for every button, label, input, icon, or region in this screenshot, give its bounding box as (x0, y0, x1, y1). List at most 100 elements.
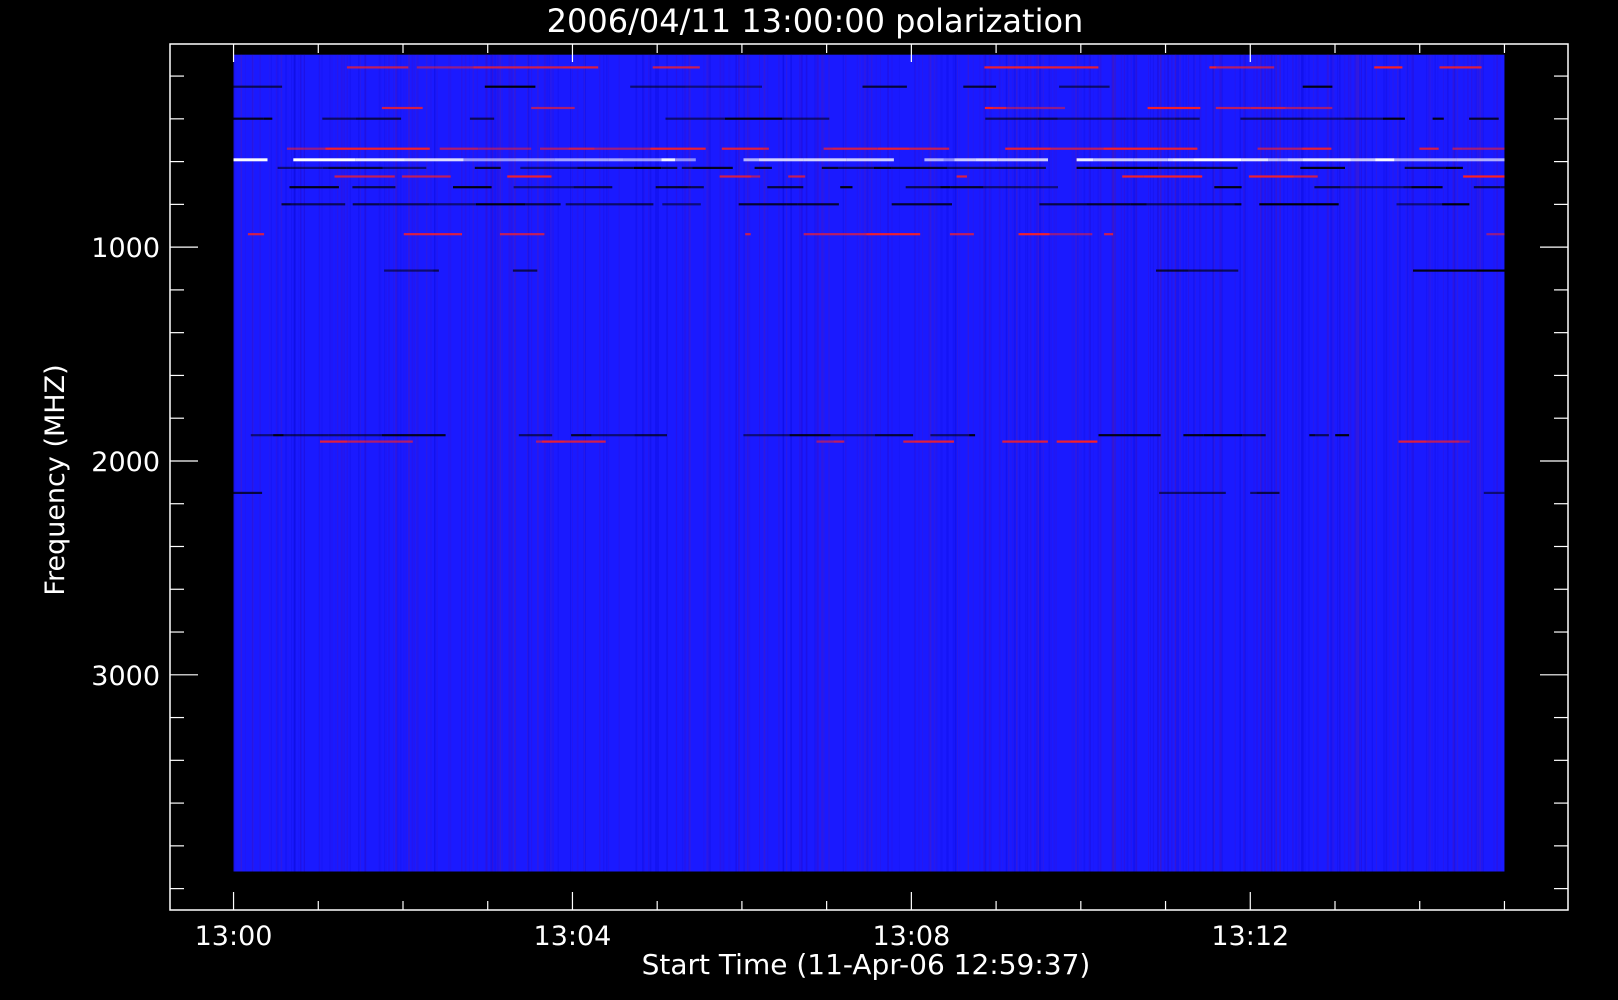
noise-streak (1383, 54, 1385, 872)
noise-streak (552, 54, 554, 872)
band-segment (1173, 158, 1194, 162)
band-segment (983, 186, 1022, 189)
y-axis-label: Frequency (MHZ) (40, 364, 71, 595)
band-segment (476, 203, 526, 206)
band-segment (687, 186, 692, 189)
noise-streak (1071, 54, 1073, 872)
noise-streak (1343, 54, 1346, 872)
noise-streak (955, 54, 957, 872)
band-segment (247, 233, 265, 236)
noise-streak (464, 54, 467, 872)
band-segment (1315, 434, 1329, 437)
band-segment (1456, 158, 1505, 162)
band-segment (1463, 175, 1505, 178)
noise-streak (275, 54, 278, 872)
noise-streak (1326, 54, 1329, 872)
band-segment (325, 147, 368, 150)
band-segment (1059, 85, 1110, 88)
y-tick-label: 1000 (91, 233, 160, 264)
noise-streak (1008, 54, 1010, 872)
noise-streak (1005, 54, 1008, 872)
band-segment (1335, 434, 1350, 437)
band-segment (838, 166, 874, 169)
noise-streak (603, 54, 605, 872)
x-axis-label: Start Time (11-Apr-06 12:59:37) (642, 948, 1091, 981)
band-segment (233, 117, 264, 120)
band-segment (1167, 158, 1173, 162)
noise-streak (330, 54, 332, 872)
noise-streak (681, 54, 684, 872)
band-segment (821, 166, 839, 169)
noise-streak (606, 54, 608, 872)
noise-streak (1239, 54, 1241, 872)
noise-streak (1113, 54, 1114, 872)
noise-streak (1025, 54, 1026, 872)
noise-streak (1026, 54, 1029, 872)
band-segment (379, 203, 429, 206)
band-segment (540, 147, 569, 150)
noise-streak (1243, 54, 1245, 872)
band-segment (984, 66, 1040, 69)
noise-streak (898, 54, 900, 872)
noise-streak (557, 54, 559, 872)
noise-streak (1041, 54, 1043, 872)
band-segment (1203, 434, 1243, 437)
band-segment (1268, 158, 1279, 162)
band-segment (949, 233, 974, 236)
band-segment (1311, 117, 1345, 120)
noise-streak (984, 54, 987, 872)
noise-streak (599, 54, 601, 872)
noise-streak (1388, 54, 1390, 872)
band-segment (940, 186, 951, 189)
band-segment (985, 117, 1038, 120)
band-segment (281, 203, 291, 206)
noise-streak (967, 54, 969, 872)
band-segment (328, 166, 347, 169)
band-segment (283, 434, 329, 437)
band-segment (463, 158, 516, 162)
band-segment (1242, 434, 1261, 437)
noise-streak (300, 54, 302, 872)
band-segment (320, 440, 348, 443)
band-segment (439, 147, 479, 150)
band-segment (1070, 440, 1098, 443)
noise-streak (1427, 54, 1430, 872)
noise-streak (1405, 54, 1407, 872)
noise-streak (703, 54, 705, 872)
band-segment (1050, 147, 1104, 150)
noise-streak (1453, 54, 1455, 872)
band-segment (984, 106, 994, 110)
y-tick-label: 2000 (91, 447, 160, 478)
noise-streak (1016, 54, 1018, 872)
noise-streak (998, 54, 1001, 872)
noise-streak (1456, 54, 1459, 872)
band-segment (1486, 233, 1505, 236)
band-segment (404, 158, 464, 162)
band-segment (1206, 166, 1238, 169)
noise-streak (304, 54, 305, 872)
band-segment (1259, 203, 1315, 206)
noise-streak (1431, 54, 1433, 872)
band-segment (381, 106, 423, 110)
band-segment (1158, 147, 1198, 150)
band-segment (1093, 158, 1134, 162)
band-segment (233, 491, 263, 494)
noise-streak (269, 54, 271, 872)
noise-streak (947, 54, 949, 872)
band-segment (661, 166, 678, 169)
noise-streak (1080, 54, 1082, 872)
band-segment (1183, 434, 1204, 437)
noise-streak (859, 54, 861, 872)
band-segment (862, 85, 907, 88)
noise-streak (1347, 54, 1349, 872)
noise-streak (1434, 54, 1436, 872)
noise-streak (1350, 54, 1352, 872)
noise-streak (942, 54, 943, 872)
band-segment (564, 440, 606, 443)
noise-streak (1429, 54, 1431, 872)
band-segment (1086, 203, 1131, 206)
noise-streak (1426, 54, 1427, 872)
band-segment (1049, 233, 1093, 236)
noise-streak (767, 54, 769, 872)
band-segment (1419, 147, 1439, 150)
